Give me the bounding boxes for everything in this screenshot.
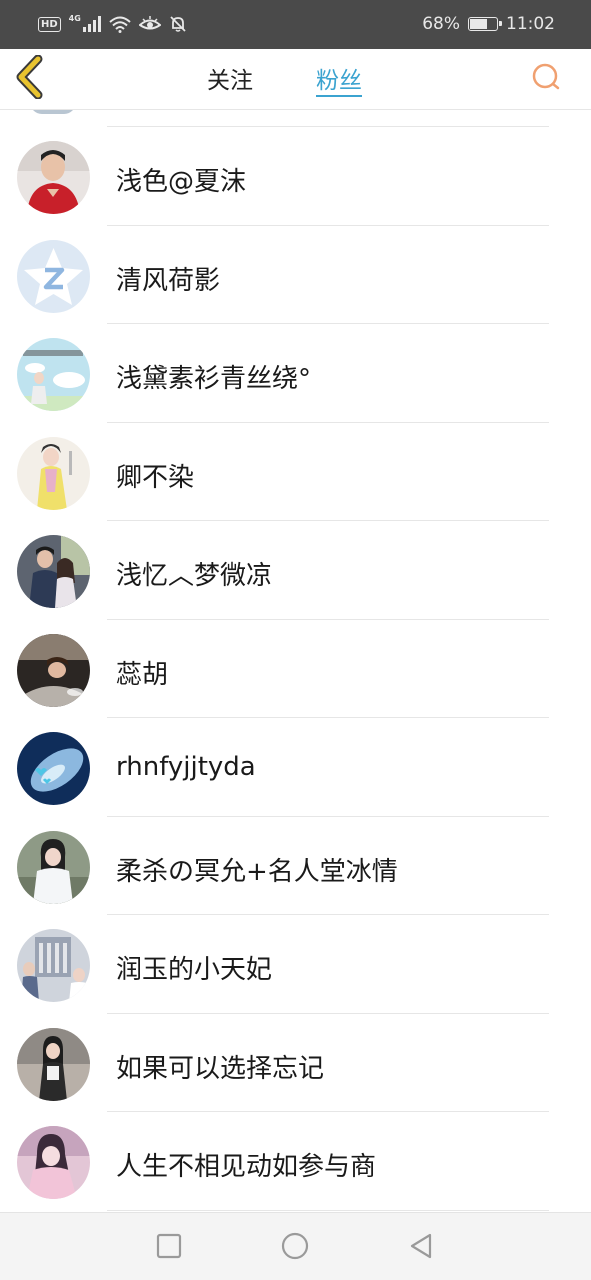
tab-fans[interactable]: 粉丝 [316,61,362,97]
battery-icon [468,17,502,31]
car-driver-avatar[interactable] [17,633,90,707]
fan-name: 清风荷影 [116,265,221,296]
back-button[interactable] [14,54,48,100]
status-right-info: 68% 11:02 [422,13,555,35]
list-item[interactable]: 柔杀の冥允+名人堂冰情 [0,817,591,915]
fan-name: 润玉的小天妃 [116,955,273,985]
girl-standing-avatar[interactable] [17,1027,90,1101]
avatar [30,110,76,114]
fan-name: 柔杀の冥允+名人堂冰情 [116,856,398,887]
list-item[interactable]: 浅色@夏沫 [0,127,591,226]
list-item[interactable]: 如果可以选择忘记 [0,1014,591,1112]
battery-percent: 68% [422,14,460,34]
list-item[interactable]: 蕊胡 [0,620,591,718]
network-type-label: 4G [68,13,81,23]
fan-name: 如果可以选择忘记 [116,1053,325,1084]
blue-hearts-avatar[interactable] [17,732,90,805]
fans-rows: 浅色@夏沫 清风荷影 浅黛素衫青丝绕° 卿不染 浅忆︿梦微凉 蕊胡 rhnfyj… [0,127,591,1211]
clock: 11:02 [506,14,555,34]
eye-comfort-icon [138,16,161,30]
search-button[interactable] [530,61,562,93]
list-item[interactable]: 润玉的小天妃 [0,915,591,1014]
list-item[interactable]: 浅忆︿梦微凉 [0,521,591,620]
top-bar: 关注 粉丝 [0,49,591,110]
list-item[interactable]: rhnfyjjtyda [0,718,591,817]
pink-lady-avatar[interactable] [17,1126,90,1199]
couple-avatar[interactable] [17,535,90,608]
man-red-shirt-avatar[interactable] [17,141,90,214]
signal-icon [82,16,101,32]
back-nav-button[interactable] [406,1231,436,1261]
costume-lady-avatar[interactable] [17,436,90,510]
list-item[interactable]: 卿不染 [0,423,591,521]
fan-name: 浅黛素衫青丝绕° [116,364,312,394]
triangle-back-icon [410,1233,432,1259]
chevron-left-icon [16,54,43,100]
palace-scene-avatar[interactable] [17,929,90,1002]
square-icon [156,1233,182,1259]
hd-icon: HD [38,16,61,32]
recents-button[interactable] [154,1231,184,1261]
anime-girl-sky-avatar[interactable] [17,338,90,411]
wifi-icon [109,16,131,33]
list-item[interactable]: 人生不相见动如参与商 [0,1112,591,1211]
status-left-icons: HD 4G [38,13,187,35]
list-item-partial [0,110,591,127]
home-button[interactable] [280,1231,310,1261]
battery-level-fill [470,19,487,29]
fan-name: 浅忆︿梦微凉 [116,561,273,591]
divider [107,1209,549,1211]
status-bar: HD 4G 68% 11:02 [0,0,591,49]
qzone-star-avatar[interactable] [17,239,90,313]
fans-list[interactable]: 浅色@夏沫 清风荷影 浅黛素衫青丝绕° 卿不染 浅忆︿梦微凉 蕊胡 rhnfyj… [0,110,591,1212]
tab-follow[interactable]: 关注 [207,61,253,97]
fan-name: 人生不相见动如参与商 [116,1152,377,1182]
list-item[interactable]: 清风荷影 [0,226,591,324]
search-icon [532,63,560,90]
system-nav-bar [0,1212,591,1280]
fan-name: rhnfyjjtyda [116,752,256,782]
fan-name: 浅色@夏沫 [116,167,247,197]
mute-bell-icon [170,16,186,32]
circle-icon [281,1232,309,1260]
fan-name: 卿不染 [116,462,195,493]
white-dress-lady-avatar[interactable] [17,830,90,904]
fan-name: 蕊胡 [116,659,169,690]
list-item[interactable]: 浅黛素衫青丝绕° [0,324,591,423]
